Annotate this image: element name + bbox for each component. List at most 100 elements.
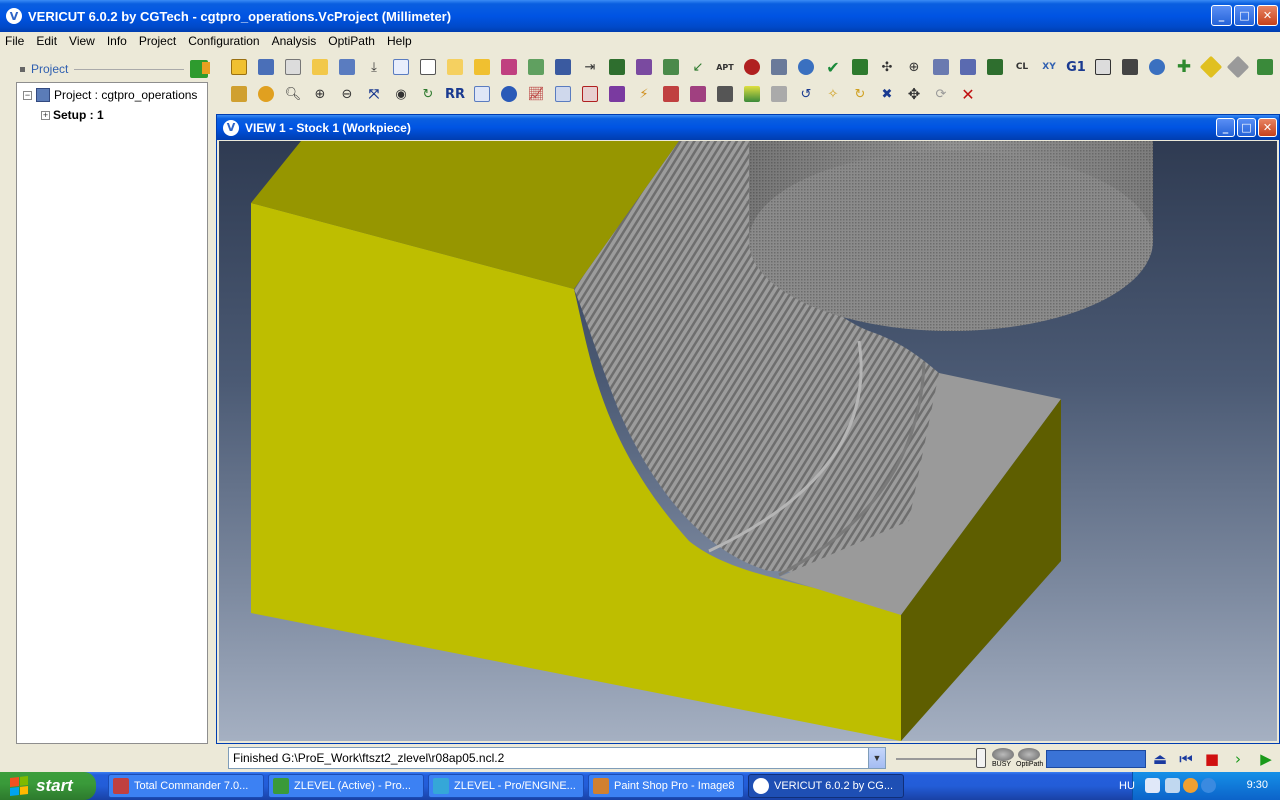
table-icon[interactable] xyxy=(849,56,871,78)
rr-icon[interactable]: RR xyxy=(444,83,466,105)
tree-icon[interactable] xyxy=(984,56,1006,78)
measure-icon[interactable] xyxy=(552,83,574,105)
zoom-out-icon[interactable]: ⊖ xyxy=(336,83,358,105)
tree-item-setup[interactable]: + Setup : 1 xyxy=(41,105,207,125)
camera-icon[interactable] xyxy=(714,83,736,105)
status-message-combo[interactable]: Finished G:\ProE_Work\ftszt2_zlevel\r08a… xyxy=(228,747,886,769)
minimize-button[interactable]: _ xyxy=(1211,5,1232,26)
step-icon[interactable]: › xyxy=(1228,749,1248,769)
info-icon[interactable] xyxy=(498,83,520,105)
app-title-bar[interactable]: V VERICUT 6.0.2 by CGTech - cgtpro_opera… xyxy=(0,0,1280,32)
insert-icon[interactable]: ⇥ xyxy=(579,56,601,78)
graph-icon[interactable]: 📈︎ xyxy=(525,83,547,105)
apt-icon[interactable]: APT xyxy=(714,56,736,78)
save-mm-icon[interactable] xyxy=(282,56,304,78)
save-as-icon[interactable] xyxy=(336,56,358,78)
taskbar-item-zlevel-active[interactable]: ZLEVEL (Active) - Pro... xyxy=(268,774,424,798)
play-icon[interactable]: ▶ xyxy=(1256,749,1276,769)
file-export-icon[interactable] xyxy=(957,56,979,78)
nc-program-icon[interactable] xyxy=(633,56,655,78)
pan-icon[interactable]: ⟳ xyxy=(930,83,952,105)
open-project-icon[interactable] xyxy=(228,56,250,78)
edit-icon[interactable] xyxy=(1092,56,1114,78)
rewind-icon[interactable]: ⏮ xyxy=(1176,749,1196,769)
disk-icon[interactable] xyxy=(768,56,790,78)
menu-view[interactable]: View xyxy=(64,34,102,48)
menu-optipath[interactable]: OptiPath xyxy=(323,34,382,48)
network-icon[interactable] xyxy=(1165,778,1180,793)
maximize-button[interactable]: □ xyxy=(1234,5,1255,26)
close-button[interactable]: ✕ xyxy=(1257,5,1278,26)
stack-icon[interactable] xyxy=(660,56,682,78)
menu-project[interactable]: Project xyxy=(134,34,183,48)
save-project-icon[interactable] xyxy=(255,56,277,78)
ruler-icon[interactable] xyxy=(579,83,601,105)
report-icon[interactable] xyxy=(390,56,412,78)
eye-icon[interactable]: ◉ xyxy=(390,83,412,105)
fit-icon[interactable]: ⤧ xyxy=(363,83,385,105)
animation-speed-slider-thumb[interactable] xyxy=(976,748,986,768)
taskbar-item-paint-shop-pro[interactable]: Paint Shop Pro - Image8 xyxy=(588,774,744,798)
rotate-icon[interactable]: ↻ xyxy=(417,83,439,105)
printer-icon[interactable] xyxy=(768,83,790,105)
folder-browse-icon[interactable] xyxy=(471,56,493,78)
animation-speed-slider-track[interactable] xyxy=(896,758,986,760)
cancel-icon[interactable]: ✕ xyxy=(957,83,979,105)
vericut-icon[interactable] xyxy=(1146,56,1168,78)
menu-help[interactable]: Help xyxy=(382,34,419,48)
cut-icon[interactable] xyxy=(606,83,628,105)
panel-grip-icon[interactable] xyxy=(20,66,25,72)
tray-globe-icon[interactable] xyxy=(1201,778,1216,793)
diamond-icon[interactable] xyxy=(1226,55,1250,79)
tree-item-project[interactable]: − Project : cgtpro_operations xyxy=(23,85,207,105)
taskbar-item-total-commander[interactable]: Total Commander 7.0... xyxy=(108,774,264,798)
box-icon[interactable] xyxy=(471,83,493,105)
grid-icon[interactable]: ✣ xyxy=(876,56,898,78)
view-title-bar[interactable]: V VIEW 1 - Stock 1 (Workpiece) _ □ ✕ xyxy=(217,115,1279,140)
view-minimize-button[interactable]: _ xyxy=(1216,118,1235,137)
folder-open-icon[interactable] xyxy=(444,56,466,78)
eraser-icon[interactable] xyxy=(1199,55,1223,79)
tray-app-icon[interactable] xyxy=(1183,778,1198,793)
menu-analysis[interactable]: Analysis xyxy=(267,34,324,48)
chevron-down-icon[interactable]: ▼ xyxy=(868,748,885,768)
wand-icon[interactable]: ✧ xyxy=(822,83,844,105)
cl-icon[interactable]: CL xyxy=(1011,56,1033,78)
project-panel-exit-icon[interactable] xyxy=(190,60,210,78)
terrain-icon[interactable] xyxy=(741,83,763,105)
taskbar-item-zlevel[interactable]: ZLEVEL - Pro/ENGINE... xyxy=(428,774,584,798)
machine-icon[interactable] xyxy=(498,56,520,78)
layers-icon[interactable] xyxy=(687,83,709,105)
color-icon[interactable] xyxy=(255,83,277,105)
menu-info[interactable]: Info xyxy=(102,34,134,48)
expand-icon[interactable]: + xyxy=(41,110,50,120)
tool-manager-icon[interactable] xyxy=(552,56,574,78)
cube-icon[interactable] xyxy=(1254,56,1276,78)
check-icon[interactable]: ✔ xyxy=(822,56,844,78)
section-icon[interactable] xyxy=(660,83,682,105)
menu-configuration[interactable]: Configuration xyxy=(183,34,266,48)
zoom-icon[interactable]: 🔍︎ xyxy=(282,83,304,105)
view-close-button[interactable]: ✕ xyxy=(1258,118,1277,137)
open-folder-icon[interactable] xyxy=(309,56,331,78)
back-arrow-icon[interactable] xyxy=(1145,778,1160,793)
toolpath-icon[interactable] xyxy=(606,56,628,78)
move-icon[interactable]: ✥ xyxy=(903,83,925,105)
stop-icon[interactable]: ■ xyxy=(1202,749,1222,769)
import-icon[interactable]: ⤓ xyxy=(363,56,385,78)
stock-icon[interactable] xyxy=(228,83,250,105)
view-maximize-button[interactable]: □ xyxy=(1237,118,1256,137)
taskbar-item-vericut[interactable]: VERICUT 6.0.2 by CG... xyxy=(748,774,904,798)
tools-icon[interactable]: ✖ xyxy=(876,83,898,105)
plus-icon[interactable]: ✚ xyxy=(1173,56,1195,78)
lightning-icon[interactable]: ⚡︎ xyxy=(633,83,655,105)
eject-icon[interactable]: ⏏ xyxy=(1150,749,1170,769)
menu-edit[interactable]: Edit xyxy=(31,34,64,48)
zoom-in-icon[interactable]: ⊕ xyxy=(309,83,331,105)
target-icon[interactable]: ⊕ xyxy=(903,56,925,78)
mill-icon[interactable] xyxy=(741,56,763,78)
reset-icon[interactable]: ↻ xyxy=(849,83,871,105)
document-icon[interactable] xyxy=(417,56,439,78)
xy-icon[interactable]: XY xyxy=(1038,56,1060,78)
start-button[interactable]: start xyxy=(0,772,96,800)
